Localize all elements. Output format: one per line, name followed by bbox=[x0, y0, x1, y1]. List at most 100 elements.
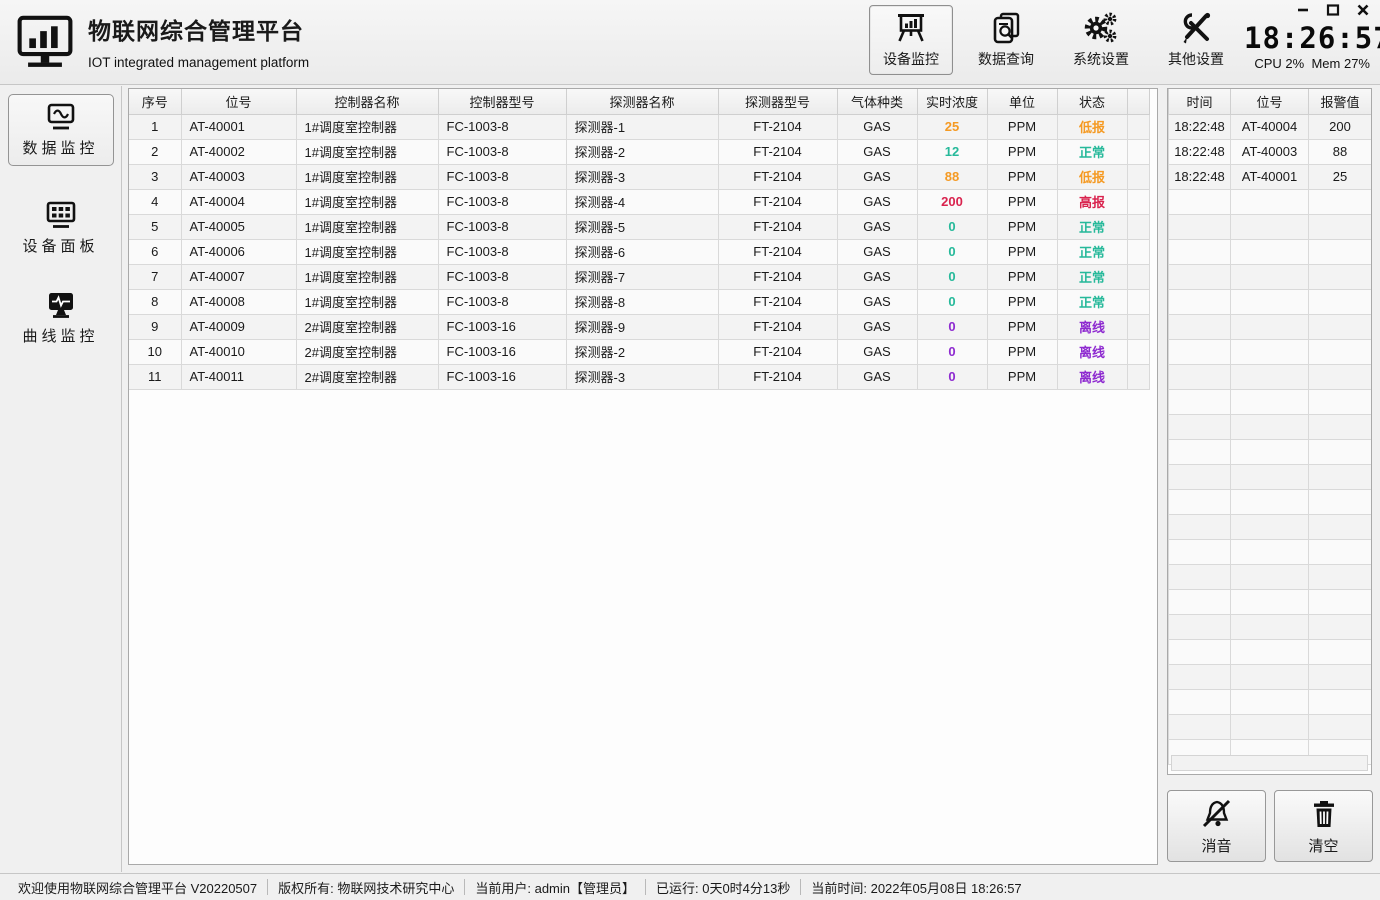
alarm-column-header: 报警值 bbox=[1308, 89, 1371, 115]
column-header-gas-type: 气体种类 bbox=[836, 89, 918, 115]
table-row[interactable]: 3 AT-40003 1#调度室控制器 FC-1003-8 探测器-3 FT-2104 GA… bbox=[129, 163, 1150, 190]
cell-tag: AT-40001 bbox=[180, 113, 297, 140]
column-header-unit: 单位 bbox=[986, 89, 1058, 115]
cell-detector-name: 探测器-6 bbox=[565, 238, 719, 265]
table-row[interactable]: 10 AT-40010 2#调度室控制器 FC-1003-16 探测器-2 FT-2104… bbox=[129, 338, 1150, 365]
page-subtitle: IOT integrated management platform bbox=[88, 55, 310, 70]
cell-detector-model: FT-2104 bbox=[717, 213, 838, 240]
alarm-empty-row bbox=[1168, 513, 1371, 540]
alarm-empty-cell bbox=[1308, 638, 1371, 665]
other-settings-icon bbox=[1183, 12, 1211, 44]
alarm-cell: AT-40001 bbox=[1230, 163, 1309, 190]
toolbar-system-settings-label: 系统设置 bbox=[1073, 51, 1129, 67]
toolbar-other-settings-button[interactable]: 其他设置 bbox=[1154, 5, 1238, 75]
column-header-no: 序号 bbox=[129, 89, 182, 115]
close-icon[interactable] bbox=[1356, 4, 1370, 16]
cell-filler bbox=[1126, 113, 1150, 140]
alarm-empty-cell bbox=[1168, 338, 1231, 365]
alarm-empty-cell bbox=[1308, 563, 1371, 590]
mem-usage: Mem 27% bbox=[1311, 56, 1370, 71]
cell-controller-name: 1#调度室控制器 bbox=[295, 138, 439, 165]
column-header-controller-model: 控制器型号 bbox=[437, 89, 567, 115]
alarm-table-body: 18:22:48 AT-40004 200 18:22:48 AT-40003 88 18:… bbox=[1168, 113, 1371, 765]
cell-controller-model: FC-1003-8 bbox=[437, 263, 567, 290]
table-row[interactable]: 9 AT-40009 2#调度室控制器 FC-1003-16 探测器-9 FT-2104 G… bbox=[129, 313, 1150, 340]
cell-detector-model: FT-2104 bbox=[717, 138, 838, 165]
cell-gas-type: GAS bbox=[836, 113, 918, 140]
alarm-empty-row bbox=[1168, 488, 1371, 515]
cell-detector-model: FT-2104 bbox=[717, 338, 838, 365]
alarm-header-row: 时间 位号 报警值 bbox=[1168, 89, 1371, 115]
cell-controller-model: FC-1003-8 bbox=[437, 113, 567, 140]
alarm-row[interactable]: 18:22:48 AT-40003 88 bbox=[1168, 138, 1371, 165]
toolbar-system-settings-button[interactable]: 系统设置 bbox=[1059, 5, 1143, 75]
sidebar-item-curve-monitor[interactable]: 曲线监控 bbox=[8, 282, 114, 354]
cell-controller-name: 1#调度室控制器 bbox=[295, 263, 439, 290]
table-row[interactable]: 6 AT-40006 1#调度室控制器 FC-1003-8 探测器-6 FT-2104 GA… bbox=[129, 238, 1150, 265]
table-row[interactable]: 1 AT-40001 1#调度室控制器 FC-1003-8 探测器-1 FT-2104 GA… bbox=[129, 113, 1150, 140]
minimize-icon[interactable] bbox=[1296, 4, 1310, 16]
clear-button[interactable]: 清空 bbox=[1274, 790, 1373, 862]
cell-unit: PPM bbox=[986, 338, 1058, 365]
system-settings-icon bbox=[1084, 12, 1117, 43]
alarm-cell: 18:22:48 bbox=[1168, 113, 1231, 140]
cell-tag: AT-40009 bbox=[180, 313, 297, 340]
device-monitor-icon bbox=[898, 14, 924, 42]
alarm-empty-row bbox=[1168, 713, 1371, 740]
alarm-empty-cell bbox=[1308, 313, 1371, 340]
alarm-row[interactable]: 18:22:48 AT-40004 200 bbox=[1168, 113, 1371, 140]
sidebar-item-data-monitor[interactable]: 数据监控 bbox=[7, 94, 114, 166]
maximize-icon[interactable] bbox=[1326, 4, 1340, 16]
cell-gas-type: GAS bbox=[836, 188, 918, 215]
alarm-hscrollbar[interactable] bbox=[1171, 755, 1368, 771]
cell-detector-model: FT-2104 bbox=[717, 263, 838, 290]
main-data-panel: 序号 位号 控制器名称 控制器型号 探测器名称 探测器型号 气体种类 实时浓度 单位 状态 1 AT… bbox=[128, 88, 1158, 865]
table-row[interactable]: 5 AT-40005 1#调度室控制器 FC-1003-8 探测器-5 FT-2104 GA… bbox=[129, 213, 1150, 240]
cell-filler bbox=[1126, 313, 1150, 340]
alarm-empty-cell bbox=[1230, 638, 1309, 665]
statusbar-segment: 欢迎使用物联网综合管理平台 V20220507 bbox=[18, 880, 258, 896]
alarm-empty-row bbox=[1168, 338, 1371, 365]
column-header-status: 状态 bbox=[1056, 89, 1128, 115]
column-header-detector-model: 探测器型号 bbox=[717, 89, 838, 115]
clock-block: 18:26:57 CPU 2% Mem 27% bbox=[1244, 4, 1380, 71]
table-row[interactable]: 11 AT-40011 2#调度室控制器 FC-1003-16 探测器-3 FT-2104… bbox=[129, 363, 1150, 390]
mute-button[interactable]: 消音 bbox=[1167, 790, 1266, 862]
alarm-column-header: 时间 bbox=[1168, 89, 1231, 115]
toolbar-data-query-button[interactable]: 数据查询 bbox=[964, 5, 1048, 75]
statusbar-segment: 当前时间: 2022年05月08日 18:26:57 bbox=[811, 880, 1022, 896]
alarm-empty-cell bbox=[1168, 213, 1231, 240]
cell-tag: AT-40006 bbox=[180, 238, 297, 265]
alarm-empty-cell bbox=[1168, 488, 1231, 515]
cell-detector-name: 探测器-3 bbox=[565, 163, 719, 190]
cell-gas-type: GAS bbox=[836, 263, 918, 290]
sidebar-item-device-panel[interactable]: 设备面板 bbox=[8, 192, 114, 264]
alarm-empty-cell bbox=[1230, 338, 1309, 365]
cell-detector-model: FT-2104 bbox=[717, 363, 838, 390]
alarm-empty-cell bbox=[1168, 313, 1231, 340]
cell-gas-type: GAS bbox=[836, 163, 918, 190]
cell-filler bbox=[1126, 213, 1150, 240]
alarm-empty-cell bbox=[1308, 713, 1371, 740]
alarm-row[interactable]: 18:22:48 AT-40001 25 bbox=[1168, 163, 1371, 190]
table-row[interactable]: 4 AT-40004 1#调度室控制器 FC-1003-8 探测器-4 FT-2104 GA… bbox=[129, 188, 1150, 215]
alarm-empty-row bbox=[1168, 288, 1371, 315]
cell-detector-model: FT-2104 bbox=[717, 188, 838, 215]
table-row[interactable]: 8 AT-40008 1#调度室控制器 FC-1003-8 探测器-8 FT-2104 GA… bbox=[129, 288, 1150, 315]
cell-status: 正常 bbox=[1056, 138, 1128, 165]
alarm-empty-row bbox=[1168, 613, 1371, 640]
alarm-actions: 消音 清空 bbox=[1167, 790, 1373, 862]
cell-controller-name: 2#调度室控制器 bbox=[295, 338, 439, 365]
toolbar-device-monitor-button[interactable]: 设备监控 bbox=[869, 5, 953, 75]
table-row[interactable]: 2 AT-40002 1#调度室控制器 FC-1003-8 探测器-2 FT-2104 GA… bbox=[129, 138, 1150, 165]
alarm-empty-cell bbox=[1230, 688, 1309, 715]
cell-unit: PPM bbox=[986, 263, 1058, 290]
table-row[interactable]: 7 AT-40007 1#调度室控制器 FC-1003-8 探测器-7 FT-2104 GA… bbox=[129, 263, 1150, 290]
cell-unit: PPM bbox=[986, 238, 1058, 265]
alarm-empty-cell bbox=[1168, 238, 1231, 265]
alarm-empty-row bbox=[1168, 188, 1371, 215]
cpu-usage: CPU 2% bbox=[1254, 56, 1305, 71]
alarm-empty-cell bbox=[1308, 413, 1371, 440]
alarm-empty-cell bbox=[1230, 463, 1309, 490]
cell-no: 10 bbox=[129, 338, 182, 365]
